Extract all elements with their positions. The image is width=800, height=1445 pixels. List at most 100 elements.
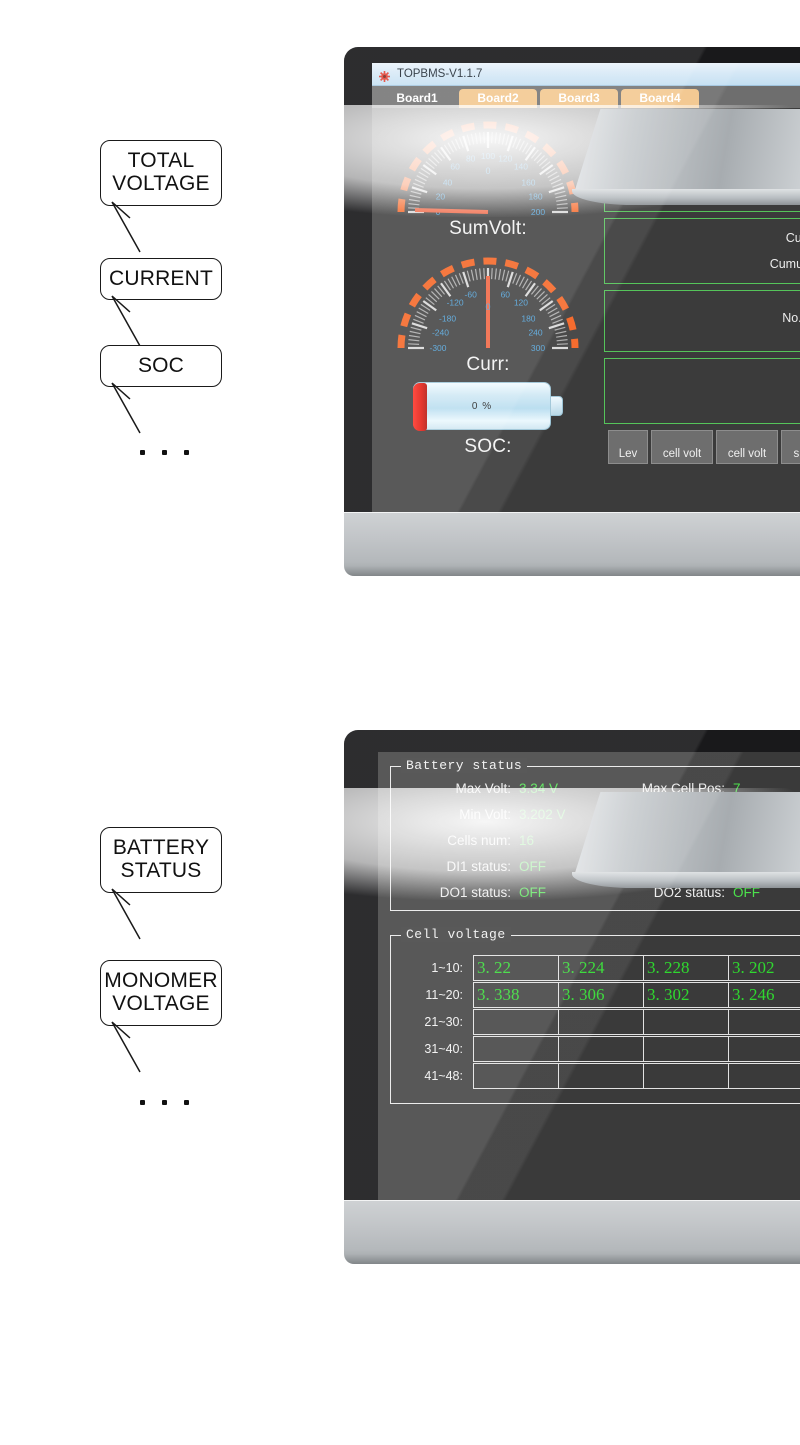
monitor-foot <box>572 189 800 205</box>
battery-body-icon: 0 % <box>413 382 551 431</box>
monitor-chin: DALY BMS <box>344 512 800 576</box>
cell-value <box>473 1035 559 1062</box>
table-row: 41~48: <box>401 1062 800 1089</box>
callout-bubble-monomer-voltage: MONOMER VOLTAGE <box>100 960 222 1026</box>
param-group-cumulative: Cumulative charge(Ah): 0 Cumulative disc… <box>604 218 800 284</box>
soc-label: SOC: <box>464 436 512 457</box>
cell-value: 3. 306 <box>558 981 644 1008</box>
param-group-firmware: Firmware Index No.: 2020061 Battery code… <box>604 358 800 424</box>
ellipsis-dots-top <box>140 450 189 455</box>
cell-value <box>643 1035 729 1062</box>
current-center-label: 0 <box>485 302 490 312</box>
col-header-sum-volt[interactable]: sum vo <box>781 430 800 464</box>
gauge-tick-label: -120 <box>447 298 464 308</box>
cell-value <box>473 1008 559 1035</box>
gauge-tick-label: 60 <box>501 290 511 300</box>
gauge-tick-label: 240 <box>528 328 542 338</box>
table-row: 21~30: <box>401 1008 800 1035</box>
monitor-foot <box>572 872 800 888</box>
cell-voltage-panel: Cell voltage 1~10: 3. 22 3. 224 3. 228 3… <box>390 927 800 1104</box>
callout-label: TOTAL VOLTAGE <box>112 149 210 195</box>
col-header-cell-volt-1[interactable]: cell volt <box>651 430 713 464</box>
cell-value <box>643 1062 729 1089</box>
callout-bubble-total-voltage: TOTAL VOLTAGE <box>100 140 222 206</box>
gauge-tick-label: 300 <box>531 343 545 352</box>
param-row: Cumulative discharge(Ah): 0 <box>605 251 800 277</box>
callout-tail-icon <box>111 888 141 940</box>
param-row: Cumulative charge(Ah): 0 <box>605 225 800 251</box>
callout-label: SOC <box>137 353 185 377</box>
monitor-neck <box>574 792 800 876</box>
cell-value <box>558 1035 644 1062</box>
callout-label: BATTERY STATUS <box>112 836 210 882</box>
curr-label: Curr: <box>466 354 510 375</box>
gauge-tick-label: -300 <box>429 343 446 352</box>
param-label: Firmware Index No.: <box>605 371 800 385</box>
cell-value <box>728 1035 800 1062</box>
soc-percent: 0 % <box>471 400 493 412</box>
cell-value: 3. 22 <box>473 954 559 981</box>
cell-value: 3. 338 <box>473 981 559 1008</box>
battery-terminal-icon <box>550 396 563 416</box>
callout-bubble-battery-status: BATTERY STATUS <box>100 827 222 893</box>
window-titlebar: TOPBMS-V1.1.7 <box>372 63 800 86</box>
callout-tail-icon <box>111 201 141 253</box>
gauge-tick-label: -60 <box>465 290 478 300</box>
row-label: 21~30: <box>424 1014 463 1029</box>
cell-value: 3. 202 <box>728 954 800 981</box>
callout-tail-icon <box>111 295 141 347</box>
table-row: 31~40: <box>401 1035 800 1062</box>
gauge-tick-label: 120 <box>514 298 528 308</box>
gauge-tick-label: -240 <box>432 328 449 338</box>
ellipsis-dots-bottom <box>140 1100 189 1105</box>
param-label: No. of acquisition board: <box>782 311 800 325</box>
cell-value <box>728 1008 800 1035</box>
monitor-bottom: Battery status Max Volt:3.34 V Max Cell … <box>344 730 800 1264</box>
row-label: 1~10: <box>431 960 463 975</box>
cell-value: 3. 302 <box>643 981 729 1008</box>
param-row: Battery code: <box>605 391 800 417</box>
battery-status-title: Battery status <box>401 758 528 773</box>
window-title: TOPBMS-V1.1.7 <box>397 68 483 80</box>
cell-voltage-table: 1~10: 3. 22 3. 224 3. 228 3. 202 3. 29 1… <box>401 954 800 1089</box>
gauge-tick-label: -180 <box>439 314 456 324</box>
row-label: 31~40: <box>424 1041 463 1056</box>
row-label: 11~20: <box>425 987 463 1002</box>
cell-value <box>558 1062 644 1089</box>
monitor-chin: DALY BMS <box>344 1200 800 1264</box>
cell-value: 3. 228 <box>643 954 729 981</box>
gauge-tick-label: 180 <box>521 314 535 324</box>
param-label: Cumulative discharge(Ah): <box>769 257 800 271</box>
monitor-top: TOPBMS-V1.1.7 Board1 Board2 Board3 Board… <box>344 47 800 576</box>
col-header-cell-volt-2[interactable]: cell volt <box>716 430 778 464</box>
cell-value <box>473 1062 559 1089</box>
table-row: 11~20: 3. 338 3. 306 3. 302 3. 246 3. 26 <box>401 981 800 1008</box>
callout-tail-icon <box>111 1021 141 1073</box>
param-label: Battery code: <box>605 397 800 411</box>
param-row: Firmware Index No.: 2020061 <box>605 365 800 391</box>
cell-value <box>558 1008 644 1035</box>
callout-tail-icon <box>111 382 141 434</box>
param-group-acquisition: No. of acquisition board: 1 <box>604 290 800 352</box>
sumvolt-label: SumVolt: <box>449 218 527 239</box>
callout-label: MONOMER VOLTAGE <box>104 969 218 1015</box>
cell-value: 3. 224 <box>558 954 644 981</box>
table-row: 1~10: 3. 22 3. 224 3. 228 3. 202 3. 29 <box>401 954 800 981</box>
current-gauge: -300-240-180-120-60060120180240300 0 <box>393 252 583 352</box>
col-header-lev[interactable]: Lev <box>608 430 648 464</box>
cell-value <box>728 1062 800 1089</box>
data-table-header: Lev cell volt cell volt sum vo <box>604 430 800 464</box>
cell-value: 3. 246 <box>728 981 800 1008</box>
monitor-neck <box>574 109 800 193</box>
cell-value <box>643 1008 729 1035</box>
settings-gear-icon <box>379 69 390 82</box>
soc-battery-indicator: 0 % <box>413 382 563 431</box>
row-label: 41~48: <box>424 1068 463 1083</box>
callout-bubble-soc: SOC <box>100 345 222 387</box>
callout-bubble-current: CURRENT <box>100 258 222 300</box>
param-label: Cumulative charge(Ah): <box>785 231 800 245</box>
cell-voltage-title: Cell voltage <box>401 927 511 942</box>
current-gauge-ticks: -300-240-180-120-60060120180240300 0 <box>408 268 568 352</box>
callout-label: CURRENT <box>108 266 214 290</box>
param-row: No. of acquisition board: 1 <box>605 305 800 331</box>
